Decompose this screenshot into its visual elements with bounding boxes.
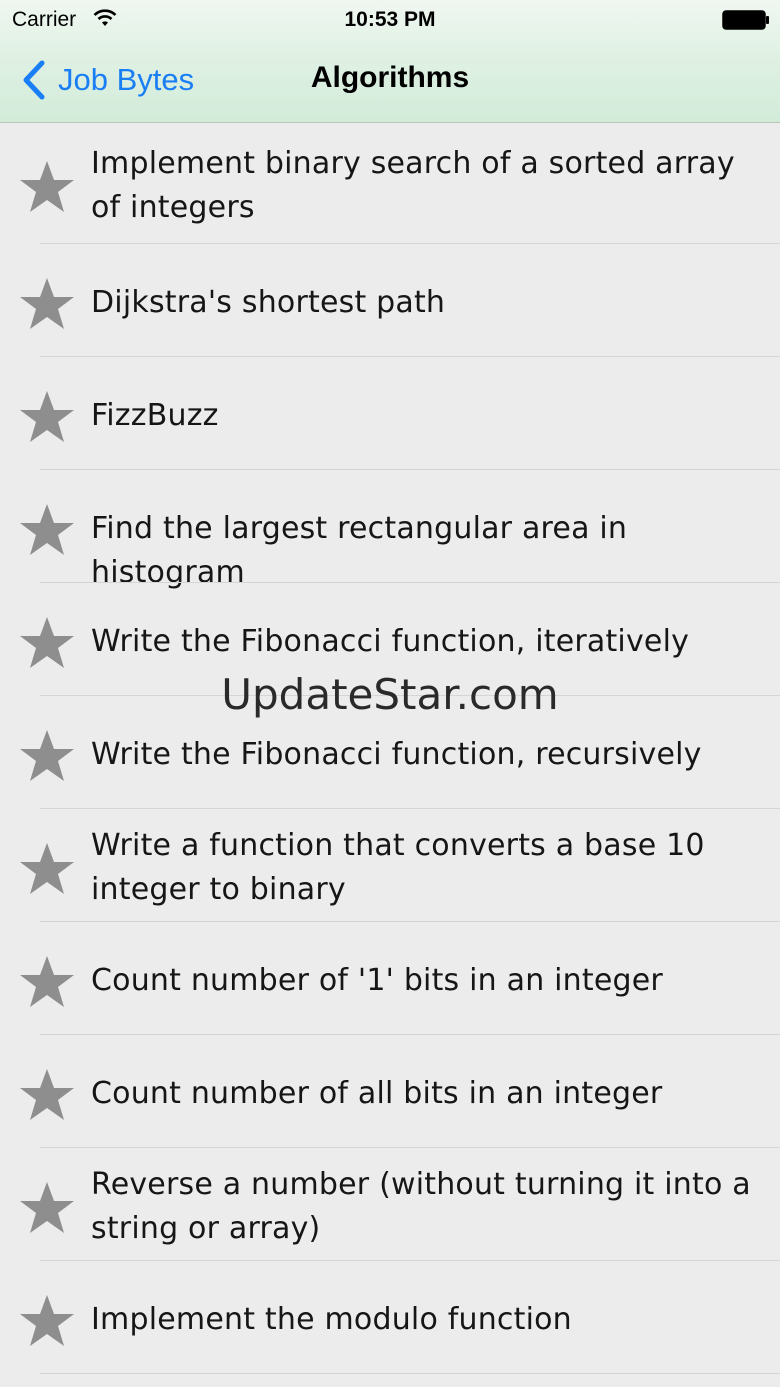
- page-title: Algorithms: [310, 61, 470, 94]
- navigation-bar: Job Bytes Algorithms: [0, 40, 780, 122]
- list-item[interactable]: Dijkstra's shortest path: [0, 244, 780, 357]
- list-item[interactable]: Count number of all bits in an integer: [0, 1035, 780, 1148]
- star-icon[interactable]: [18, 841, 76, 897]
- battery-icon: [722, 10, 769, 30]
- list-item[interactable]: Write the Fibonacci function, recursivel…: [0, 696, 780, 809]
- top-bar: Carrier 10:53 PM Job Bytes Algorithms: [0, 0, 780, 123]
- list-item-label: FizzBuzz: [91, 397, 219, 433]
- list-item-label: Implement binary search of a sorted arra…: [91, 145, 735, 225]
- star-icon[interactable]: [18, 615, 76, 671]
- list-item[interactable]: FizzBuzz: [0, 357, 780, 470]
- list-item[interactable]: Count number of '1' bits in an integer: [0, 922, 780, 1035]
- list-item[interactable]: Implement the modulo function: [0, 1261, 780, 1374]
- star-icon[interactable]: [18, 389, 76, 445]
- star-icon[interactable]: [18, 954, 76, 1010]
- status-time: 10:53 PM: [344, 8, 436, 31]
- row-separator: [40, 1373, 780, 1374]
- list-item-label: Write the Fibonacci function, recursivel…: [91, 736, 702, 772]
- star-icon[interactable]: [18, 502, 76, 558]
- star-icon[interactable]: [18, 1180, 76, 1236]
- list-item-label: Dijkstra's shortest path: [91, 284, 446, 320]
- star-icon[interactable]: [18, 1293, 76, 1349]
- list-item-label: Reverse a number (without turning it int…: [91, 1166, 751, 1246]
- star-icon[interactable]: [18, 159, 76, 215]
- list-item-label: Implement the modulo function: [91, 1301, 572, 1337]
- list-item-label: Count number of all bits in an integer: [91, 1075, 663, 1111]
- list-item[interactable]: Reverse a number (without turning it int…: [0, 1148, 780, 1261]
- list-item-label: Write a function that converts a base 10…: [91, 827, 705, 907]
- star-icon[interactable]: [18, 276, 76, 332]
- star-icon[interactable]: [18, 1067, 76, 1123]
- list-item-label: Write the Fibonacci function, iterativel…: [91, 623, 690, 659]
- list-item[interactable]: Implement binary search of a sorted arra…: [0, 123, 780, 244]
- list-item[interactable]: Write the Fibonacci function, iterativel…: [0, 583, 780, 696]
- status-bar: Carrier 10:53 PM: [0, 0, 780, 40]
- list-item-label: Count number of '1' bits in an integer: [91, 962, 663, 998]
- star-icon[interactable]: [18, 728, 76, 784]
- list-item[interactable]: Write a function that converts a base 10…: [0, 809, 780, 922]
- list-item[interactable]: Find the largest rectangular area in his…: [0, 470, 780, 590]
